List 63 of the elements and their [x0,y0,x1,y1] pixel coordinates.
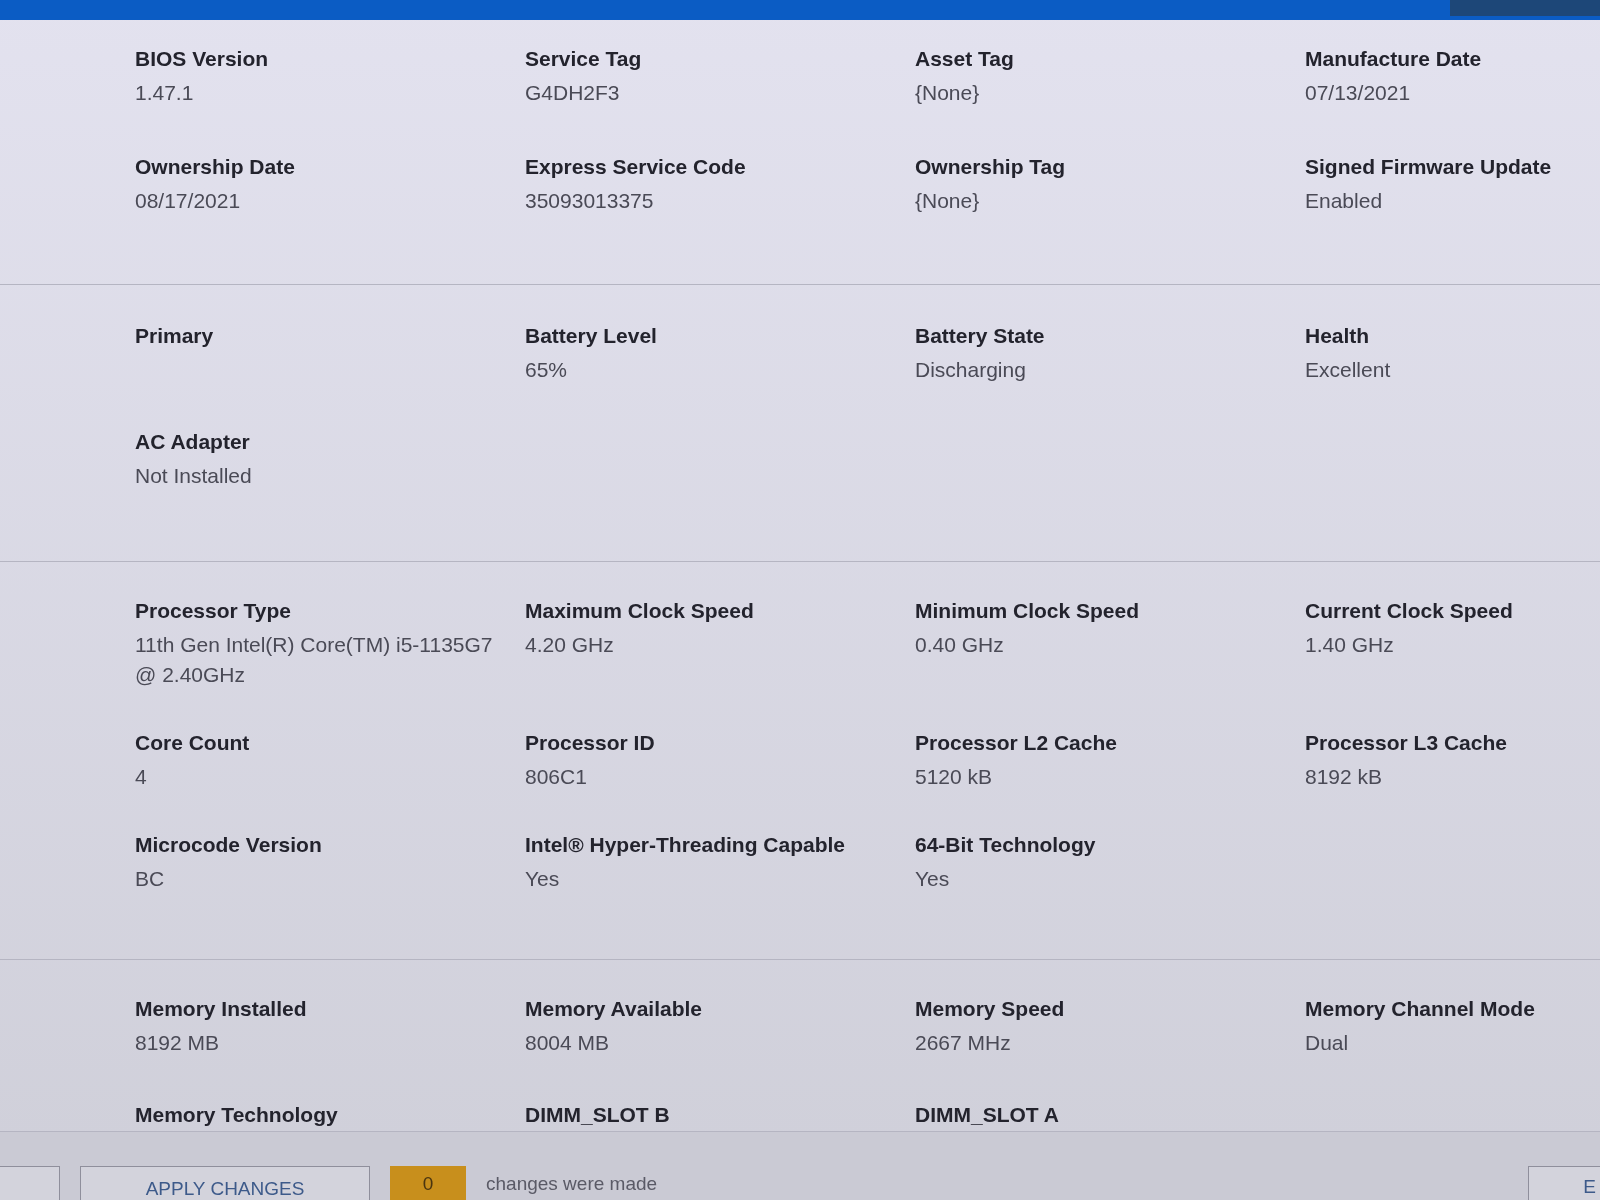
field-label: Intel® Hyper-Threading Capable [525,832,846,858]
field-label: Memory Channel Mode [1305,996,1535,1022]
field-value: Discharging [915,357,1026,383]
field-label: Processor Type [135,598,291,624]
field-value: {None} [915,188,980,214]
field-label: Battery Level [525,323,657,349]
field-label: Primary [135,323,214,349]
field-label: Memory Installed [135,996,307,1022]
field-value: 806C1 [525,764,587,790]
field-label: Health [1305,323,1370,349]
field-label: Memory Technology [135,1102,338,1128]
field-value: 4 [135,764,147,790]
field-value: Dual [1305,1030,1349,1056]
field-label: Manufacture Date [1305,46,1482,72]
field-label: Ownership Tag [915,154,1066,180]
changes-message: changes were made [486,1172,658,1196]
field-value: 8192 MB [135,1030,220,1056]
field-value: Enabled [1305,188,1383,214]
field-label: 64-Bit Technology [915,832,1096,858]
field-label: Asset Tag [915,46,1014,72]
field-value: Yes [915,866,950,892]
field-label: Memory Available [525,996,702,1022]
field-value: BC [135,866,165,892]
footer-button[interactable] [0,1166,60,1200]
field-value: 07/13/2021 [1305,80,1411,106]
field-value: 65% [525,357,568,383]
field-label: Core Count [135,730,250,756]
field-label: Service Tag [525,46,642,72]
field-value: 4.20 GHz [525,632,614,658]
field-value: G4DH2F3 [525,80,620,106]
field-value: 8192 kB [1305,764,1383,790]
field-label: BIOS Version [135,46,269,72]
field-value: 35093013375 [525,188,654,214]
field-value: 1.47.1 [135,80,194,106]
field-label: Processor L2 Cache [915,730,1117,756]
field-value: Not Installed [135,463,252,489]
field-value: 5120 kB [915,764,993,790]
field-value: 2667 MHz [915,1030,1011,1056]
field-label: Minimum Clock Speed [915,598,1140,624]
field-label: Processor ID [525,730,655,756]
field-value: Yes [525,866,560,892]
apply-changes-button[interactable]: APPLY CHANGES [80,1166,370,1200]
field-label: Signed Firmware Update [1305,154,1552,180]
field-label: Memory Speed [915,996,1065,1022]
field-label: DIMM_SLOT A [915,1102,1059,1128]
changes-count: 0 [390,1166,466,1200]
field-label: Current Clock Speed [1305,598,1513,624]
field-label: Processor L3 Cache [1305,730,1507,756]
field-label: Battery State [915,323,1045,349]
field-label: Ownership Date [135,154,295,180]
field-value: 08/17/2021 [135,188,241,214]
field-label: Maximum Clock Speed [525,598,754,624]
field-value: Excellent [1305,357,1391,383]
footer-button[interactable]: E [1528,1166,1600,1200]
field-label: Microcode Version [135,832,322,858]
field-value: 1.40 GHz [1305,632,1394,658]
field-value: 0.40 GHz [915,632,1004,658]
field-value: 8004 MB [525,1030,610,1056]
field-value: {None} [915,80,980,106]
field-label: DIMM_SLOT B [525,1102,670,1128]
field-value: 11th Gen Intel(R) Core(TM) i5-1135G7 @ 2.40GHz [135,632,494,688]
field-label: AC Adapter [135,429,250,455]
field-label: Express Service Code [525,154,746,180]
